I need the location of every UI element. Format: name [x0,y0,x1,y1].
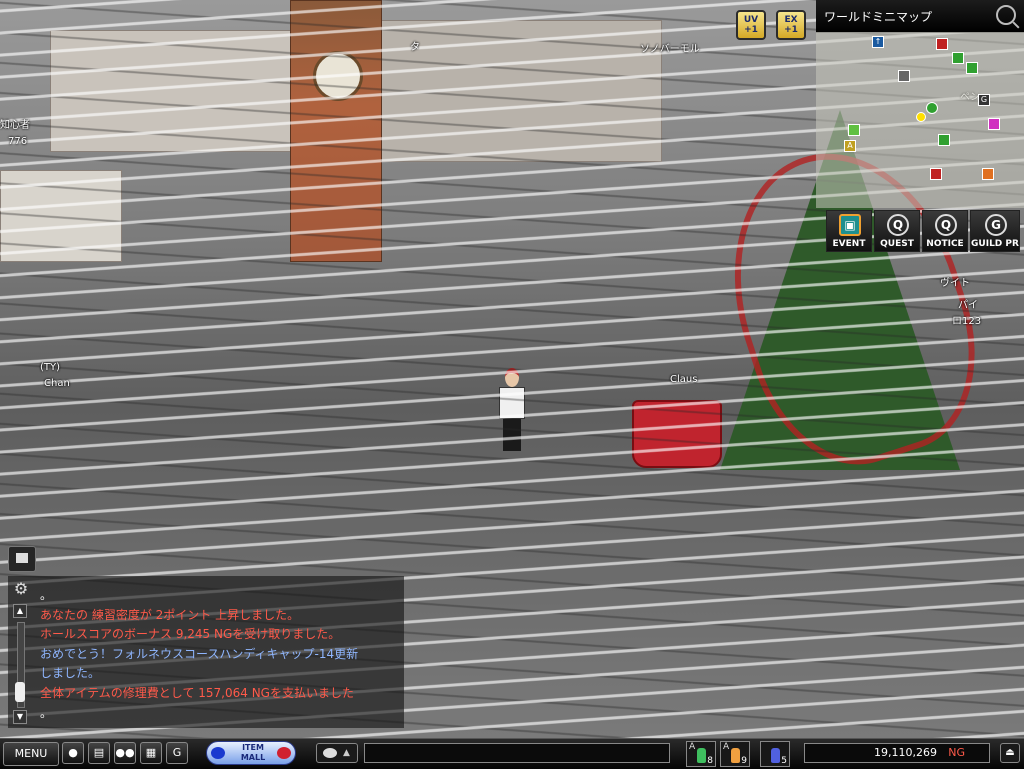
potion-icon [697,748,706,763]
nametag[interactable]: Claus [670,374,697,385]
guild-pr-button[interactable]: G GUILD PR [970,210,1020,252]
guild-pr-label: GUILD PR [971,239,1019,249]
scroll-down-icon[interactable]: ▼ [13,710,27,724]
quick-slot[interactable]: A 8 [686,741,716,767]
scroll-up-icon[interactable]: ▲ [13,604,27,618]
potion-icon [731,748,740,763]
chat-toggle-button[interactable] [8,546,36,572]
money-value: 19,110,269 [874,746,937,759]
ex-bonus-button[interactable]: EX +1 [776,10,806,40]
character-icon[interactable]: ● [62,742,84,764]
slot-key: A [723,742,730,752]
map-marker-icon[interactable] [938,134,950,146]
map-marker-icon[interactable]: G [978,94,990,106]
quest-button[interactable]: Q QUEST [874,210,920,252]
item-mall-label: ITEM MALL [240,743,266,762]
nametag[interactable]: ロ123 [952,312,981,327]
guild-icon[interactable]: G [166,742,188,764]
bottom-bar: MENU ● ▤ ●● ▦ G ITEM MALL ▲ A 8 A 9 5 19… [0,738,1024,769]
quest-label: QUEST [880,239,914,249]
slot-key: A [689,742,696,752]
guild-icon: G [985,214,1007,236]
chat-log: 。 あなたの 練習密度が 2ポイント 上昇しました。 ホールスコアのボーナス 9… [40,586,402,723]
notice-button[interactable]: Q NOTICE [922,210,968,252]
money-display: 19,110,269 NG [804,743,990,763]
nametag[interactable]: パイ [958,296,978,311]
item-mall-left-icon [211,747,225,759]
uv-label: UV +1 [743,15,759,35]
item-mall-button[interactable]: ITEM MALL [206,741,296,765]
chat-line: しました。 [40,666,101,681]
chat-mode-button[interactable]: ▲ [316,743,358,763]
nametag[interactable]: (TY) [40,362,60,373]
nametag[interactable]: Chan [44,378,70,389]
gear-icon[interactable]: ⚙ [10,578,32,600]
exit-icon[interactable]: ⏏ [1000,743,1020,763]
player-position-icon [916,112,926,122]
uv-bonus-button[interactable]: UV +1 [736,10,766,40]
chat-window: ⚙ ▲ ▼ 。 あなたの 練習密度が 2ポイント 上昇しました。 ホールスコアの… [8,576,404,728]
quick-slot[interactable]: 5 [760,741,790,767]
chat-bubble-icon [323,748,337,758]
slot-count: 8 [707,756,713,766]
notice-icon: Q [935,214,957,236]
map-marker-icon[interactable] [936,38,948,50]
potion-icon [771,748,780,763]
notice-label: NOTICE [926,239,964,249]
slot-count: 9 [741,756,747,766]
minimap-title: ワールドミニマップ [824,10,933,24]
money-currency: NG [948,746,965,759]
map-marker-icon[interactable] [926,102,938,114]
slot-count: 5 [781,756,787,766]
nametag[interactable]: ソノバーモル [640,40,700,55]
item-mall-right-icon [277,747,291,759]
event-label: EVENT [832,239,866,249]
gift-icon: ▣ [839,214,861,236]
minimap-header: ワールドミニマップ [816,0,1024,33]
chat-line: おめでとう！フォルネウスコースハンディキャップ-14更新 [40,646,359,661]
map-marker-icon[interactable]: A [844,140,856,152]
chat-line: 。 [40,705,53,720]
nametag[interactable]: ヴイト [940,274,970,289]
event-button[interactable]: ▣ EVENT [826,210,872,252]
chat-line: 全体アイテムの修理費として 157,064 NGを支払いました [40,685,354,700]
chat-input[interactable] [364,743,670,763]
chat-line: ホールスコアのボーナス 9,245 NGを受け取りました。 [40,627,341,642]
bag-icon[interactable]: ▤ [88,742,110,764]
chat-line: あなたの 練習密度が 2ポイント 上昇しました。 [40,607,300,622]
map-marker-icon[interactable] [930,168,942,180]
menu-button[interactable]: MENU [3,742,59,766]
search-icon[interactable] [996,5,1016,25]
map-marker-icon[interactable] [966,62,978,74]
chat-scrollbar[interactable]: ▲ ▼ [12,604,28,724]
minimap-view[interactable]: ↑ G A [816,32,1024,208]
scroll-thumb[interactable] [15,682,25,702]
map-marker-icon[interactable] [848,124,860,136]
nametag[interactable]: 知心者 [0,116,30,131]
map-marker-icon[interactable] [952,52,964,64]
home-icon[interactable] [982,168,994,180]
quest-icon: Q [887,214,909,236]
map-marker-icon[interactable] [988,118,1000,130]
ex-label: EX +1 [784,15,798,35]
chat-line: 。 [40,588,53,602]
nametag[interactable]: 776 [8,136,27,147]
nametag[interactable]: タ [410,38,420,53]
map-marker-icon[interactable]: ↑ [872,36,884,48]
map-marker-icon[interactable] [898,70,910,82]
friends-icon[interactable]: ●● [114,742,136,764]
notes-icon[interactable]: ▦ [140,742,162,764]
chevron-up-icon: ▲ [343,748,350,758]
world-minimap: ワールドミニマップ ↑ G A [816,0,1024,208]
quick-slot[interactable]: A 9 [720,741,750,767]
